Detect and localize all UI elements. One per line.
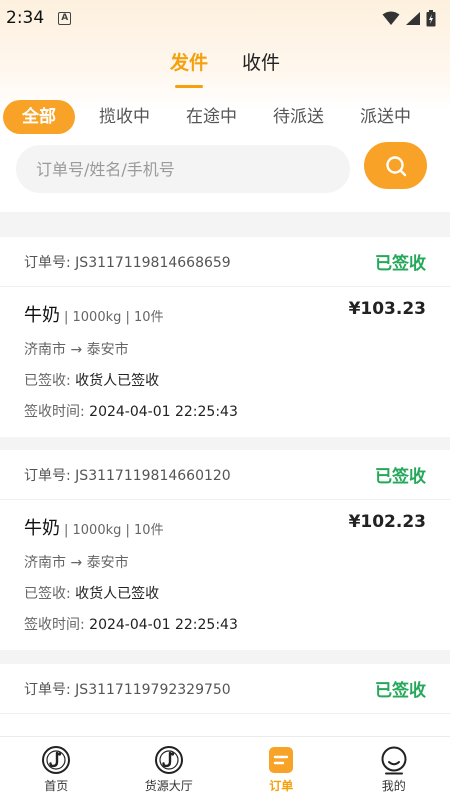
order-price: ¥102.23 <box>348 512 426 532</box>
home-logo-icon <box>42 746 71 774</box>
signal-icon <box>406 11 420 25</box>
filter-tabs: 全部 揽收中 在途中 待派送 派送中 <box>0 100 450 134</box>
order-icon <box>269 747 294 773</box>
tab-receive[interactable]: 收件 <box>242 44 280 90</box>
order-price: ¥103.23 <box>348 299 426 319</box>
status-icons <box>382 9 444 27</box>
order-number-label: 订单号: <box>24 254 71 271</box>
sign-time-label: 签收时间: <box>24 617 85 633</box>
order-number-label: 订单号: <box>24 681 71 698</box>
order-header: 订单号: JS3117119814660120 已签收 <box>0 450 450 500</box>
sign-status-label: 已签收: <box>24 373 71 389</box>
sign-time-value: 2024-04-01 22:25:43 <box>89 404 238 420</box>
sign-time-line: 签收时间: 2024-04-01 22:25:43 <box>24 614 426 634</box>
nav-cargo-hall-label: 货源大厅 <box>144 779 193 793</box>
search-box <box>16 145 350 193</box>
status-bar: 2:34 A <box>0 0 450 36</box>
order-number-value: JS3117119814668659 <box>75 254 231 271</box>
sign-time-line: 签收时间: 2024-04-01 22:25:43 <box>24 401 426 421</box>
goods-name: 牛奶 <box>24 305 60 326</box>
search-input[interactable] <box>36 159 336 179</box>
wifi-icon <box>382 11 400 25</box>
status-badge: 已签收 <box>375 681 426 701</box>
top-tabs: 发件 收件 <box>0 44 450 90</box>
order-card[interactable]: 订单号: JS3117119814660120 已签收 牛奶 | 1000kg … <box>0 450 450 650</box>
tab-send[interactable]: 发件 <box>170 44 208 90</box>
filter-in-transit[interactable]: 在途中 <box>186 100 237 134</box>
goods-meta: | 1000kg | 10件 <box>64 310 164 325</box>
order-number: 订单号: JS3117119814668659 <box>24 252 231 272</box>
order-body: 牛奶 | 1000kg | 10件 ¥102.23 济南市 → 泰安市 已签收:… <box>0 500 450 634</box>
nav-profile-label: 我的 <box>381 779 406 793</box>
nav-orders-label: 订单 <box>269 779 294 793</box>
status-time: 2:34 <box>6 8 45 28</box>
order-number-label: 订单号: <box>24 467 71 484</box>
nav-home-label: 首页 <box>44 779 69 793</box>
nav-home[interactable]: 首页 <box>0 737 113 800</box>
order-card[interactable]: 订单号: JS3117119814668659 已签收 牛奶 | 1000kg … <box>0 237 450 437</box>
filter-pending-delivery[interactable]: 待派送 <box>273 100 324 134</box>
search-icon <box>385 155 406 176</box>
sign-time-value: 2024-04-01 22:25:43 <box>89 617 238 633</box>
order-header: 订单号: JS3117119792329750 已签收 <box>0 664 450 714</box>
bottom-nav: 首页 货源大厅 订单 我的 <box>0 736 450 800</box>
sign-status-line: 已签收: 收货人已签收 <box>24 370 426 390</box>
nav-profile[interactable]: 我的 <box>338 737 450 800</box>
goods-meta: | 1000kg | 10件 <box>64 523 164 538</box>
order-number: 订单号: JS3117119792329750 <box>24 679 231 699</box>
a-icon: A <box>58 11 72 25</box>
filter-collecting[interactable]: 揽收中 <box>99 100 150 134</box>
search-button[interactable] <box>364 142 427 189</box>
sign-time-label: 签收时间: <box>24 404 85 420</box>
battery-icon <box>426 9 436 26</box>
order-header: 订单号: JS3117119814668659 已签收 <box>0 237 450 287</box>
order-card[interactable]: 订单号: JS3117119792329750 已签收 <box>0 664 450 744</box>
filter-all[interactable]: 全部 <box>3 100 75 134</box>
goods-name: 牛奶 <box>24 518 60 539</box>
order-route: 济南市 → 泰安市 <box>24 342 129 358</box>
order-route: 济南市 → 泰安市 <box>24 555 129 571</box>
cargo-hall-logo-icon <box>154 746 183 774</box>
sign-status-value: 收货人已签收 <box>75 586 160 602</box>
status-badge: 已签收 <box>375 254 426 274</box>
order-number: 订单号: JS3117119814660120 <box>24 465 231 485</box>
sign-status-value: 收货人已签收 <box>75 373 160 389</box>
profile-icon <box>381 746 407 775</box>
order-number-value: JS3117119814660120 <box>75 467 231 484</box>
nav-orders[interactable]: 订单 <box>225 737 338 800</box>
order-number-value: JS3117119792329750 <box>75 681 231 698</box>
sign-status-line: 已签收: 收货人已签收 <box>24 583 426 603</box>
order-body: 牛奶 | 1000kg | 10件 ¥103.23 济南市 → 泰安市 已签收:… <box>0 287 450 421</box>
status-badge: 已签收 <box>375 467 426 487</box>
nav-cargo-hall[interactable]: 货源大厅 <box>113 737 226 800</box>
filter-delivering[interactable]: 派送中 <box>360 100 411 134</box>
sign-status-label: 已签收: <box>24 586 71 602</box>
